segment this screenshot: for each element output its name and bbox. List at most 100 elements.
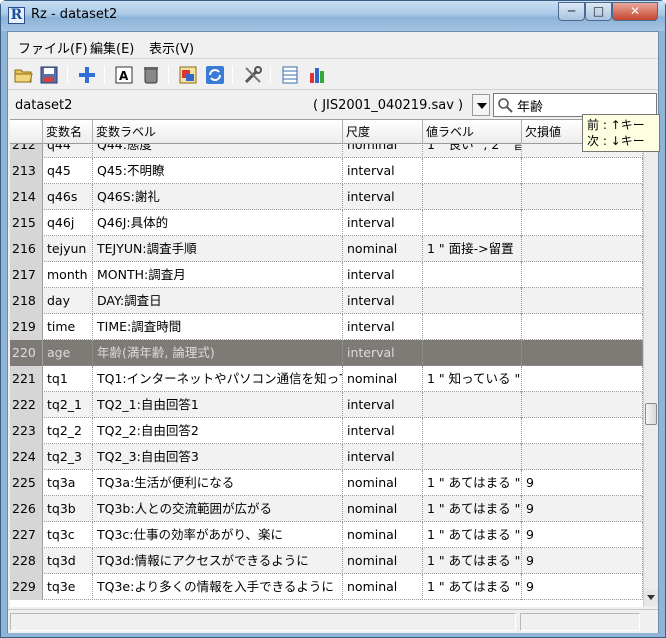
missing-cell[interactable]: 9 xyxy=(522,548,643,574)
value-label-cell[interactable]: 1 " 知っている ", xyxy=(423,366,522,392)
scale-cell[interactable]: nominal xyxy=(343,236,423,262)
row-number[interactable]: 220 xyxy=(10,340,43,366)
missing-cell[interactable] xyxy=(522,366,643,392)
close-button[interactable]: ✕ xyxy=(612,2,658,21)
var-name-cell[interactable]: tq2_1 xyxy=(43,392,93,418)
var-name-cell[interactable]: tq3b xyxy=(43,496,93,522)
var-label-cell[interactable]: DAY:調査日 xyxy=(93,288,343,314)
var-label-cell[interactable]: TQ1:インターネットやパソコン通信を知っている xyxy=(93,366,343,392)
row-number[interactable]: 225 xyxy=(10,470,43,496)
add-icon[interactable] xyxy=(77,65,97,85)
scale-cell[interactable]: nominal xyxy=(343,470,423,496)
value-label-cell[interactable] xyxy=(423,158,522,184)
missing-cell[interactable]: 9 xyxy=(522,574,643,600)
table-row-selected[interactable]: 220 age 年齢(満年齢, 論理式) interval xyxy=(10,340,643,366)
table-row[interactable]: 222 tq2_1 TQ2_1:自由回答1 interval xyxy=(10,392,643,418)
refresh-icon[interactable] xyxy=(205,65,225,85)
var-name-cell[interactable]: tq2_2 xyxy=(43,418,93,444)
dataset-dropdown-button[interactable] xyxy=(472,94,490,116)
scale-cell[interactable]: interval xyxy=(343,418,423,444)
table-row[interactable]: 213 q45 Q45:不明瞭 interval xyxy=(10,158,643,184)
row-number[interactable]: 229 xyxy=(10,574,43,600)
var-label-cell[interactable]: TQ3b:人との交流範囲が広がる xyxy=(93,496,343,522)
chart-icon[interactable] xyxy=(307,65,327,85)
maximize-button[interactable]: □ xyxy=(585,2,612,21)
missing-cell[interactable] xyxy=(522,184,643,210)
scale-cell[interactable]: nominal xyxy=(343,574,423,600)
value-label-cell[interactable]: 1 " あてはまる ", xyxy=(423,496,522,522)
row-number[interactable]: 217 xyxy=(10,262,43,288)
value-label-cell[interactable]: 1 " あてはまる ", xyxy=(423,470,522,496)
import-icon[interactable] xyxy=(178,65,198,85)
var-label-cell[interactable]: Q45:不明瞭 xyxy=(93,158,343,184)
missing-cell[interactable] xyxy=(522,210,643,236)
var-name-cell[interactable]: q46s xyxy=(43,184,93,210)
missing-cell[interactable] xyxy=(522,340,643,366)
row-number[interactable]: 221 xyxy=(10,366,43,392)
scale-cell[interactable]: interval xyxy=(343,340,423,366)
missing-cell[interactable]: 9 xyxy=(522,470,643,496)
row-number[interactable]: 223 xyxy=(10,418,43,444)
value-label-cell[interactable]: 1 " あてはまる ", xyxy=(423,548,522,574)
header-rownum[interactable] xyxy=(10,120,43,144)
header-value-labels[interactable]: 値ラベル xyxy=(423,120,522,144)
table-row[interactable]: 229 tq3e TQ3e:より多くの情報を入手できるように nominal 1 " あ… xyxy=(10,574,643,600)
value-label-cell[interactable]: 1 " あてはまる ", xyxy=(423,574,522,600)
table-row[interactable]: 224 tq2_3 TQ2_3:自由回答3 interval xyxy=(10,444,643,470)
var-name-cell[interactable]: time xyxy=(43,314,93,340)
value-label-cell[interactable] xyxy=(423,314,522,340)
var-name-cell[interactable]: tq3d xyxy=(43,548,93,574)
header-var-label[interactable]: 変数ラベル xyxy=(93,120,343,144)
row-number[interactable]: 222 xyxy=(10,392,43,418)
scale-cell[interactable]: nominal xyxy=(343,366,423,392)
var-name-cell[interactable]: tq3e xyxy=(43,574,93,600)
table-row[interactable]: 227 tq3c TQ3c:仕事の効率があがり、楽に nominal 1 " あてはまる… xyxy=(10,522,643,548)
row-number[interactable]: 218 xyxy=(10,288,43,314)
var-label-cell[interactable]: TQ3d:情報にアクセスができるように xyxy=(93,548,343,574)
scale-cell[interactable]: interval xyxy=(343,392,423,418)
var-name-cell[interactable]: day xyxy=(43,288,93,314)
row-number[interactable]: 214 xyxy=(10,184,43,210)
value-label-cell[interactable] xyxy=(423,340,522,366)
missing-cell[interactable] xyxy=(522,418,643,444)
missing-cell[interactable] xyxy=(522,444,643,470)
missing-cell[interactable] xyxy=(522,392,643,418)
text-icon[interactable]: A xyxy=(114,65,134,85)
table-row[interactable]: 223 tq2_2 TQ2_2:自由回答2 interval xyxy=(10,418,643,444)
var-name-cell[interactable]: q46j xyxy=(43,210,93,236)
var-label-cell[interactable]: Q46J:具体的 xyxy=(93,210,343,236)
missing-cell[interactable] xyxy=(522,314,643,340)
menu-file[interactable]: ファイル(F) xyxy=(18,38,88,57)
row-number[interactable]: 227 xyxy=(10,522,43,548)
tools-icon[interactable] xyxy=(243,65,263,85)
var-label-cell[interactable]: TEJYUN:調査手順 xyxy=(93,236,343,262)
value-label-cell[interactable] xyxy=(423,184,522,210)
search-input[interactable] xyxy=(517,96,653,114)
var-label-cell[interactable]: TQ2_2:自由回答2 xyxy=(93,418,343,444)
scale-cell[interactable]: interval xyxy=(343,444,423,470)
row-number[interactable]: 228 xyxy=(10,548,43,574)
row-number[interactable]: 224 xyxy=(10,444,43,470)
value-label-cell[interactable] xyxy=(423,418,522,444)
missing-cell[interactable] xyxy=(522,262,643,288)
table-icon[interactable] xyxy=(280,65,300,85)
var-name-cell[interactable]: tq2_3 xyxy=(43,444,93,470)
missing-cell[interactable] xyxy=(522,158,643,184)
row-number[interactable]: 213 xyxy=(10,158,43,184)
scale-cell[interactable]: interval xyxy=(343,288,423,314)
minimize-button[interactable]: ─ xyxy=(558,2,585,21)
value-label-cell[interactable]: 1 " あてはまる ", xyxy=(423,522,522,548)
delete-icon[interactable] xyxy=(141,65,161,85)
var-label-cell[interactable]: MONTH:調査月 xyxy=(93,262,343,288)
var-name-cell[interactable]: month xyxy=(43,262,93,288)
var-name-cell[interactable]: tejyun xyxy=(43,236,93,262)
scale-cell[interactable]: interval xyxy=(343,158,423,184)
save-icon[interactable] xyxy=(39,65,59,85)
table-row[interactable]: 218 day DAY:調査日 interval xyxy=(10,288,643,314)
var-name-cell[interactable]: age xyxy=(43,340,93,366)
scroll-down-arrow[interactable] xyxy=(644,589,658,606)
table-row[interactable]: 228 tq3d TQ3d:情報にアクセスができるように nominal 1 " あては… xyxy=(10,548,643,574)
var-name-cell[interactable]: tq3c xyxy=(43,522,93,548)
value-label-cell[interactable]: 1 " 面接->留置 xyxy=(423,236,522,262)
value-label-cell[interactable] xyxy=(423,392,522,418)
